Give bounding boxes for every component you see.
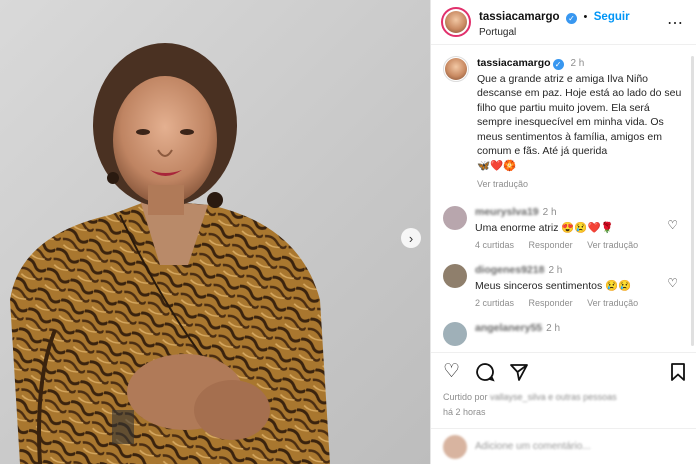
heart-icon[interactable]: ♡ <box>443 362 460 381</box>
comment-like-heart-icon[interactable]: ♡ <box>667 218 678 232</box>
liked-by-prefix: Curtido por <box>443 392 488 402</box>
post-header: tassiacamargo ✓ • Seguir Portugal ⋯ <box>431 0 696 45</box>
reply-button[interactable]: Responder <box>529 240 573 250</box>
caption-translate-link[interactable]: Ver tradução <box>477 177 686 192</box>
verified-badge-icon: ✓ <box>552 59 564 70</box>
post-photo[interactable]: › <box>0 0 430 464</box>
add-comment-bar[interactable]: Adicione um comentário... <box>431 428 696 464</box>
liked-by[interactable]: Curtido por vallayse_silva e outras pess… <box>443 392 617 402</box>
commenter-avatar[interactable] <box>443 321 467 346</box>
comment-item: diogenes9218 2 h Meus sinceros sentimento… <box>431 263 696 308</box>
commenter-username[interactable]: angelanery55 <box>475 322 542 334</box>
comment-meta: 2 curtidas Responder Ver tradução <box>475 298 650 308</box>
commenter-username[interactable]: meuryslva19 <box>475 206 539 218</box>
comment-likes[interactable]: 4 curtidas <box>475 240 514 250</box>
add-comment-input[interactable]: Adicione um comentário... <box>475 441 591 452</box>
comment-text: Meus sinceros sentimentos 😢😢 <box>475 279 632 292</box>
instagram-post: › tassiacamargo ✓ • Seguir Portugal ⋯ ta… <box>0 0 696 464</box>
more-options-icon[interactable]: ⋯ <box>667 13 684 33</box>
separator-dot: • <box>583 10 588 23</box>
caption: tassiacamargo ✓ 2 h Que a grande atriz e … <box>431 50 696 192</box>
comment-likes[interactable]: 2 curtidas <box>475 298 514 308</box>
liked-by-names[interactable]: vallayse_silva e outras pessoas <box>490 392 617 402</box>
share-icon[interactable] <box>509 362 529 386</box>
bookmark-icon[interactable] <box>670 362 686 386</box>
follow-button[interactable]: Seguir <box>594 11 630 23</box>
post-location[interactable]: Portugal <box>479 27 630 38</box>
translate-link[interactable]: Ver tradução <box>587 298 638 308</box>
comment-time: 2 h <box>546 322 561 334</box>
comment-icon[interactable] <box>475 362 495 386</box>
translate-link[interactable]: Ver tradução <box>587 240 638 250</box>
comment-item: meuryslva19 2 h Uma enorme atriz 😍😢❤️🌹 4 … <box>431 205 696 250</box>
reply-button[interactable]: Responder <box>529 298 573 308</box>
viewer-avatar <box>443 434 467 459</box>
post-side-panel: tassiacamargo ✓ • Seguir Portugal ⋯ tass… <box>430 0 696 464</box>
commenter-username[interactable]: diogenes9218 <box>475 264 544 276</box>
comment-like-heart-icon[interactable]: ♡ <box>667 276 678 290</box>
caption-username[interactable]: tassiacamargo <box>477 57 551 69</box>
commenter-avatar[interactable] <box>443 205 467 230</box>
comment-body: meuryslva19 2 h Uma enorme atriz 😍😢❤️🌹 4 … <box>475 206 650 250</box>
author-username[interactable]: tassiacamargo <box>479 11 560 23</box>
comment-body: angelanery55 2 h <box>475 322 560 346</box>
comment-time: 2 h <box>542 206 557 218</box>
comment-time: 2 h <box>548 264 563 276</box>
header-text: tassiacamargo ✓ • Seguir Portugal <box>479 7 630 38</box>
comment-body: diogenes9218 2 h Meus sinceros sentimento… <box>475 264 650 308</box>
next-photo-button[interactable]: › <box>401 228 421 248</box>
caption-emojis: 🦋❤️🏵️ <box>477 159 517 172</box>
comment-item: angelanery55 2 h <box>431 321 696 346</box>
author-avatar[interactable] <box>441 7 471 37</box>
comments-scroll-area[interactable]: tassiacamargo ✓ 2 h Que a grande atriz e … <box>431 50 696 352</box>
woman-portrait-image <box>10 43 330 464</box>
scrollbar[interactable] <box>691 56 694 346</box>
caption-body: tassiacamargo ✓ 2 h Que a grande atriz e … <box>477 56 686 192</box>
commenter-avatar[interactable] <box>443 263 467 288</box>
post-actions: ♡ <box>431 352 696 392</box>
caption-time: 2 h <box>570 58 585 69</box>
caption-text: Que a grande atriz e amiga Ilva Niño des… <box>477 72 682 158</box>
comment-meta: 4 curtidas Responder Ver tradução <box>475 240 650 250</box>
post-age: há 2 horas <box>443 407 486 417</box>
comment-text: Uma enorme atriz 😍😢❤️🌹 <box>475 221 614 234</box>
verified-badge-icon: ✓ <box>566 12 577 24</box>
caption-avatar[interactable] <box>443 56 469 82</box>
